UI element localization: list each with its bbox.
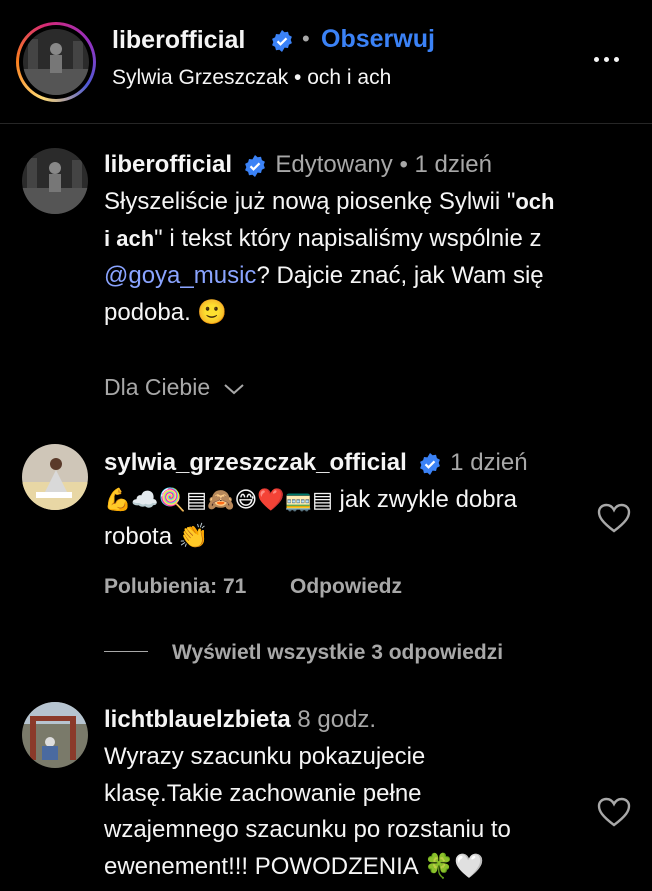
more-options-icon[interactable] <box>586 48 626 70</box>
caption-header: liberofficial Edytowany • 1 dzień <box>104 151 492 179</box>
comment-time: 8 godz. <box>297 706 377 733</box>
like-heart-icon[interactable] <box>597 503 631 533</box>
caption-line-1: Słyszeliście już nową piosenkę Sylwii "o… <box>104 188 554 216</box>
caption-text: ? Dajcie znać, jak Wam się <box>256 262 544 289</box>
verified-badge-icon <box>244 154 265 177</box>
replies-divider <box>104 651 148 652</box>
caption-text: " i tekst który napisaliśmy wspólnie z <box>154 225 542 252</box>
audio-subtitle[interactable]: Sylwia Grzeszczak • och i ach <box>112 66 391 90</box>
comment-line-4: ewenement!!! POWODZENIA 🍀🤍 <box>104 853 484 880</box>
mention-link[interactable]: @goya_music <box>104 262 256 289</box>
comment-username[interactable]: sylwia_grzeszczak_official <box>104 449 407 476</box>
caption-avatar[interactable] <box>22 148 88 214</box>
caption-song-title: i ach <box>104 226 155 251</box>
profile-avatar <box>23 29 89 95</box>
sort-label: Dla Ciebie <box>104 374 211 400</box>
comment-header: sylwia_grzeszczak_official 1 dzień <box>104 449 528 477</box>
chevron-down-icon <box>223 384 244 395</box>
comment-header: lichtblauelzbieta 8 godz. <box>104 706 376 734</box>
comment-avatar[interactable] <box>22 444 88 510</box>
header-separator: • <box>302 26 310 51</box>
reply-button[interactable]: Odpowiedz <box>290 575 402 599</box>
verified-badge-icon <box>272 30 292 52</box>
comment-username[interactable]: lichtblauelzbieta <box>104 706 291 733</box>
comment-line-1: Wyrazy szacunku pokazujecie <box>104 743 426 770</box>
post-time: 1 dzień <box>414 151 492 178</box>
comment-time: 1 dzień <box>450 449 528 476</box>
caption-song-title: och <box>515 189 555 214</box>
comment-line-2: klasę.Takie zachowanie pełne <box>104 780 422 807</box>
comment-avatar[interactable] <box>22 702 88 768</box>
caption-line-3: @goya_music? Dajcie znać, jak Wam się <box>104 262 544 290</box>
story-ring[interactable] <box>16 22 96 102</box>
comment-line-3: wzajemnego szacunku po rozstaniu to <box>104 816 511 843</box>
like-heart-icon[interactable] <box>597 797 631 827</box>
comment-emoji: 💪☁️🍭▤🙈😅❤️🚃▤ <box>104 488 333 513</box>
view-replies-button[interactable]: Wyświetl wszystkie 3 odpowiedzi <box>172 641 503 665</box>
comment-line-2: robota 👏 <box>104 523 209 550</box>
header-username[interactable]: liberofficial <box>112 26 245 55</box>
caption-text: Słyszeliście już nową piosenkę Sylwii " <box>104 188 516 215</box>
comment-line-1: 💪☁️🍭▤🙈😅❤️🚃▤ jak zwykle dobra <box>104 486 517 514</box>
verified-badge-icon <box>419 452 440 475</box>
likes-count[interactable]: Polubienia: 71 <box>104 575 246 599</box>
follow-button[interactable]: Obserwuj <box>321 25 435 54</box>
caption-line-2: i ach" i tekst który napisaliśmy wspólni… <box>104 225 541 253</box>
post-header: liberofficial • Obserwuj Sylwia Grzeszcz… <box>0 0 652 124</box>
edited-label: Edytowany <box>275 151 393 178</box>
comment-text: jak zwykle dobra <box>332 486 517 513</box>
caption-line-4: podoba. 🙂 <box>104 299 228 326</box>
sort-dropdown[interactable]: Dla Ciebie <box>104 374 245 401</box>
caption-username[interactable]: liberofficial <box>104 151 232 178</box>
meta-separator: • <box>399 151 408 178</box>
